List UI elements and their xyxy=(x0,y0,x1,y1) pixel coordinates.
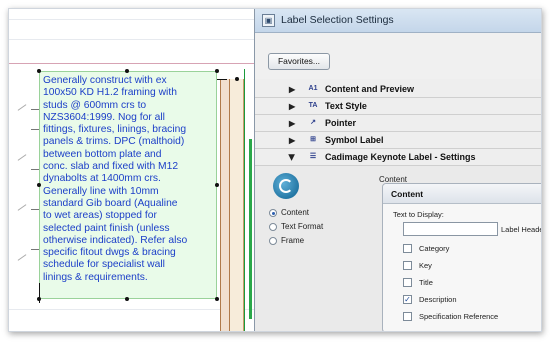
text-to-display-input[interactable] xyxy=(403,222,498,236)
wall-lining xyxy=(230,79,244,331)
section-label: Cadimage Keynote Label - Settings xyxy=(325,152,476,162)
text-to-display-label: Text to Display: xyxy=(393,210,444,219)
checkbox-label: Category xyxy=(419,244,450,253)
symbol-label-icon: ⊞ xyxy=(310,136,316,143)
radio-label: Text Format xyxy=(281,222,324,231)
checkbox-label: Description xyxy=(419,295,457,304)
checkbox-checked[interactable]: ✓ xyxy=(403,295,412,304)
dialog-app-icon: ▣ xyxy=(262,14,275,27)
keynote-settings-icon: ☰ xyxy=(309,153,317,160)
dialog-titlebar[interactable]: ▣ Label Selection Settings xyxy=(255,9,541,33)
selection-handle[interactable] xyxy=(125,69,129,73)
pointer-icon: ↗ xyxy=(310,119,316,126)
wall-framing xyxy=(220,79,230,331)
selection-handle[interactable] xyxy=(37,297,41,301)
screenshot-frame: Generally construct with ex 100x50 KD H1… xyxy=(8,8,542,332)
tick-mark xyxy=(31,209,39,210)
section-symbol-label[interactable]: ▶ ⊞ Symbol Label xyxy=(255,132,541,149)
selection-handle[interactable] xyxy=(37,183,41,187)
radio-button[interactable] xyxy=(269,237,277,245)
label-header-label: Label Header xyxy=(501,225,542,234)
checkbox-label: Title xyxy=(419,278,433,287)
keynote-label-text[interactable]: Generally construct with ex 100x50 KD H1… xyxy=(43,75,215,284)
selection-handle[interactable] xyxy=(215,69,219,73)
checkbox[interactable] xyxy=(403,244,412,253)
radio-button[interactable] xyxy=(269,209,277,217)
section-content-and-preview[interactable]: ▶ A1 Content and Preview xyxy=(255,81,541,98)
hatch-mark xyxy=(17,154,27,161)
checkbox-label: Specification Reference xyxy=(419,312,499,321)
collapse-arrow-icon[interactable]: ▶ xyxy=(288,154,297,160)
section-label: Symbol Label xyxy=(325,135,384,145)
section-pointer[interactable]: ▶ ↗ Pointer xyxy=(255,115,541,132)
drawing-canvas[interactable]: Generally construct with ex 100x50 KD H1… xyxy=(9,9,254,331)
section-cadimage-keynote[interactable]: ▶ ☰ Cadimage Keynote Label - Settings xyxy=(255,149,541,166)
tick-mark xyxy=(31,109,39,110)
expand-arrow-icon[interactable]: ▶ xyxy=(289,85,295,94)
hatch-mark xyxy=(17,104,27,111)
checkbox[interactable] xyxy=(403,312,412,321)
selection-handle[interactable] xyxy=(125,297,129,301)
selected-element-highlight xyxy=(249,139,252,319)
dialog-toolbar: Favorites... xyxy=(255,33,541,79)
selection-handle[interactable] xyxy=(215,183,219,187)
section-label: Pointer xyxy=(325,118,357,128)
cadimage-logo-icon xyxy=(273,173,299,199)
section-label: Text Style xyxy=(325,101,367,111)
tick-mark xyxy=(31,129,39,130)
text-style-icon: TA xyxy=(308,102,318,109)
grid-line xyxy=(9,39,254,40)
hatch-mark xyxy=(17,204,27,211)
grid-line xyxy=(9,19,254,20)
dimension-line xyxy=(244,69,245,331)
radio-button[interactable] xyxy=(269,223,277,231)
radio-label: Content xyxy=(281,208,310,217)
dialog-title: Label Selection Settings xyxy=(281,14,394,26)
checkbox-label: Key xyxy=(419,261,432,270)
red-reference-line xyxy=(9,63,254,64)
tick-mark xyxy=(31,169,39,170)
favorites-button[interactable]: Favorites... xyxy=(268,53,330,70)
keynote-settings-panel: ▶ ☰ Cadimage Keynote Label - Settings Co… xyxy=(255,149,542,331)
expand-arrow-icon[interactable]: ▶ xyxy=(289,136,295,145)
selection-handle[interactable] xyxy=(37,69,41,73)
checkbox[interactable] xyxy=(403,278,412,287)
tick-mark xyxy=(31,249,39,250)
selection-handle[interactable] xyxy=(215,297,219,301)
expand-arrow-icon[interactable]: ▶ xyxy=(289,119,295,128)
anchor-point[interactable] xyxy=(235,77,239,81)
label-leader-line xyxy=(217,79,227,80)
content-panel-title: Content xyxy=(383,184,541,204)
label-selection-settings-dialog: ▣ Label Selection Settings Favorites... … xyxy=(254,9,542,331)
content-preview-icon: A1 xyxy=(308,85,318,92)
section-text-style[interactable]: ▶ TA Text Style xyxy=(255,98,541,115)
checkbox[interactable] xyxy=(403,261,412,270)
logo-swirl xyxy=(279,179,293,193)
expand-arrow-icon[interactable]: ▶ xyxy=(289,102,295,111)
radio-label: Frame xyxy=(281,236,305,245)
settings-sections: ▶ A1 Content and Preview ▶ TA Text Style… xyxy=(255,79,541,153)
content-options-panel: Content Text to Display: Label Header Ca… xyxy=(382,183,542,331)
section-label: Content and Preview xyxy=(325,84,415,94)
grid-line xyxy=(9,309,254,310)
hatch-mark xyxy=(17,254,27,261)
